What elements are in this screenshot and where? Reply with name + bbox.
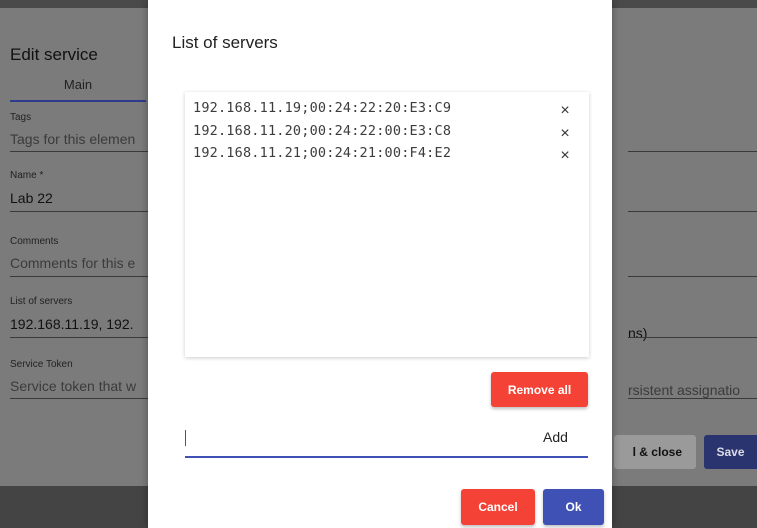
comments-field[interactable]: Comments for this e xyxy=(10,255,135,271)
name-underline xyxy=(10,211,148,212)
remove-item-1-icon[interactable]: × xyxy=(557,103,573,119)
dialog-title: List of servers xyxy=(172,33,278,52)
cancel-button[interactable]: Cancel xyxy=(461,489,535,525)
save-and-close-button[interactable]: l & close xyxy=(614,435,696,469)
servers-underline xyxy=(10,337,148,338)
server-item-3: 192.168.11.21;00:24:21:00:F4:E2 xyxy=(193,145,452,161)
comments-label: Comments xyxy=(10,236,59,247)
edit-service-title: Edit service xyxy=(10,45,98,64)
server-item-1: 192.168.11.19;00:24:22:20:E3:C9 xyxy=(193,100,452,116)
right-servers-text: ns) xyxy=(628,325,648,341)
right-underline-4 xyxy=(628,337,757,338)
server-item-2: 192.168.11.20;00:24:22:00:E3:C8 xyxy=(193,123,452,139)
name-field[interactable]: Lab 22 xyxy=(10,190,53,206)
name-label: Name * xyxy=(10,170,44,181)
remove-all-button[interactable]: Remove all xyxy=(491,372,588,407)
save-button[interactable]: Save xyxy=(704,435,757,469)
remove-item-2-icon[interactable]: × xyxy=(557,126,573,142)
remove-item-3-icon[interactable]: × xyxy=(557,148,573,164)
right-underline-5 xyxy=(628,398,757,399)
comments-underline xyxy=(10,276,148,277)
tab-main[interactable]: Main xyxy=(10,74,146,102)
tags-field[interactable]: Tags for this elemen xyxy=(10,131,135,147)
servers-list: 192.168.11.19;00:24:22:20:E3:C9 × 192.16… xyxy=(185,92,589,357)
ok-button[interactable]: Ok xyxy=(543,489,604,525)
add-server-field: Add xyxy=(185,420,588,458)
tags-underline xyxy=(10,151,148,152)
list-of-servers-dialog: List of servers 192.168.11.19;00:24:22:2… xyxy=(148,0,612,528)
right-underline-3 xyxy=(628,276,757,277)
token-label: Service Token xyxy=(10,359,73,370)
text-caret xyxy=(185,430,186,446)
token-underline xyxy=(10,398,148,399)
right-token-text: rsistent assignatio xyxy=(628,382,741,398)
servers-field[interactable]: 192.168.11.19, 192. xyxy=(10,316,134,332)
right-underline-1 xyxy=(628,151,757,152)
token-field[interactable]: Service token that w xyxy=(10,378,136,394)
servers-label: List of servers xyxy=(10,296,73,307)
right-underline-2 xyxy=(628,211,757,212)
add-server-input[interactable] xyxy=(189,426,523,452)
tags-label: Tags xyxy=(10,112,32,123)
add-button[interactable]: Add xyxy=(543,429,568,445)
